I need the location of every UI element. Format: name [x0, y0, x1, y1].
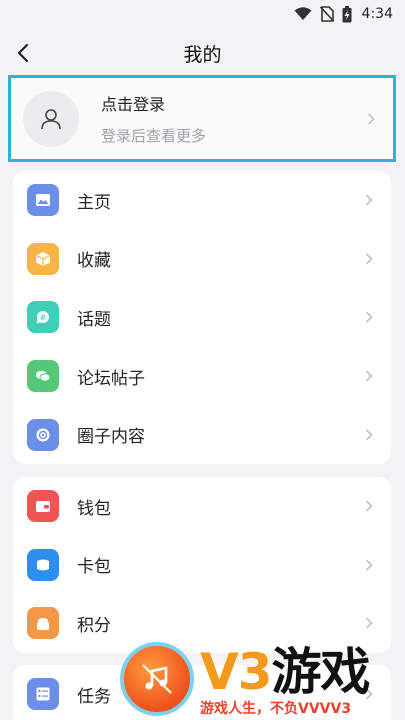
menu-item-g2-0[interactable]: 钱包	[13, 477, 391, 536]
menu-item-g1-4[interactable]: 圈子内容	[13, 405, 391, 464]
back-button[interactable]	[10, 40, 36, 66]
box-icon	[27, 242, 59, 275]
watermark-tagline: 游戏人生，不负VVVV3	[200, 701, 352, 717]
watermark-logo: V3游戏 游戏人生，不负VVVV3	[118, 632, 405, 720]
menu-item-label: 话题	[77, 309, 111, 330]
menu-item-label: 主页	[77, 192, 111, 213]
wallet-icon	[27, 490, 59, 523]
battery-charging-icon	[342, 5, 352, 22]
login-title: 点击登录	[101, 95, 166, 114]
wifi-icon	[294, 7, 312, 20]
user-icon	[41, 108, 61, 129]
image-icon	[27, 184, 59, 217]
login-subtitle: 登录后查看更多	[101, 127, 207, 145]
menu-item-g2-1[interactable]: 卡包	[13, 536, 391, 595]
status-bar: 4:34	[0, 0, 405, 28]
menu-item-label: 收藏	[77, 251, 111, 272]
menu-item-g1-0[interactable]: 主页	[13, 171, 391, 230]
menu-item-g1-3[interactable]: 论坛帖子	[13, 347, 391, 406]
coins-icon	[27, 607, 59, 640]
menu-item-g1-1[interactable]: 收藏	[13, 230, 391, 289]
menu-item-g1-2[interactable]: # 话题	[13, 288, 391, 347]
menu-item-label: 卡包	[77, 557, 111, 578]
chevron-right-icon	[366, 501, 373, 512]
card-icon	[27, 548, 59, 581]
music-note-icon	[120, 642, 194, 716]
menu-card-content: 主页收藏 # 话题论坛帖子圈子内容	[13, 171, 391, 464]
clock: 4:34	[361, 6, 393, 22]
chevron-right-icon	[366, 312, 373, 323]
hashtag-icon: #	[27, 301, 59, 334]
tasklist-icon	[27, 678, 59, 711]
chevron-right-icon	[366, 618, 373, 629]
chevron-right-icon	[366, 429, 373, 440]
chat-bubbles-icon	[27, 360, 59, 393]
menu-item-label: 论坛帖子	[77, 368, 145, 389]
menu-item-label: 圈子内容	[77, 427, 145, 448]
chevron-right-icon	[366, 253, 373, 265]
nav-bar: 我的	[0, 28, 405, 78]
login-card[interactable]: 点击登录 登录后查看更多	[8, 75, 396, 162]
chevron-right-icon	[366, 559, 373, 571]
menu-card-assets: 钱包 卡包 积分	[13, 477, 391, 653]
chevron-right-icon	[368, 113, 375, 124]
chevron-right-icon	[366, 370, 373, 382]
chevron-left-icon	[17, 43, 29, 63]
page-title: 我的	[183, 43, 222, 66]
chevron-right-icon	[366, 195, 373, 206]
circle-swirl-icon	[27, 418, 59, 451]
no-sim-icon	[319, 6, 334, 22]
watermark-brand: V3游戏	[200, 643, 371, 701]
menu-item-label: 钱包	[77, 498, 111, 519]
avatar	[23, 90, 79, 147]
svg-text:#: #	[40, 313, 47, 322]
